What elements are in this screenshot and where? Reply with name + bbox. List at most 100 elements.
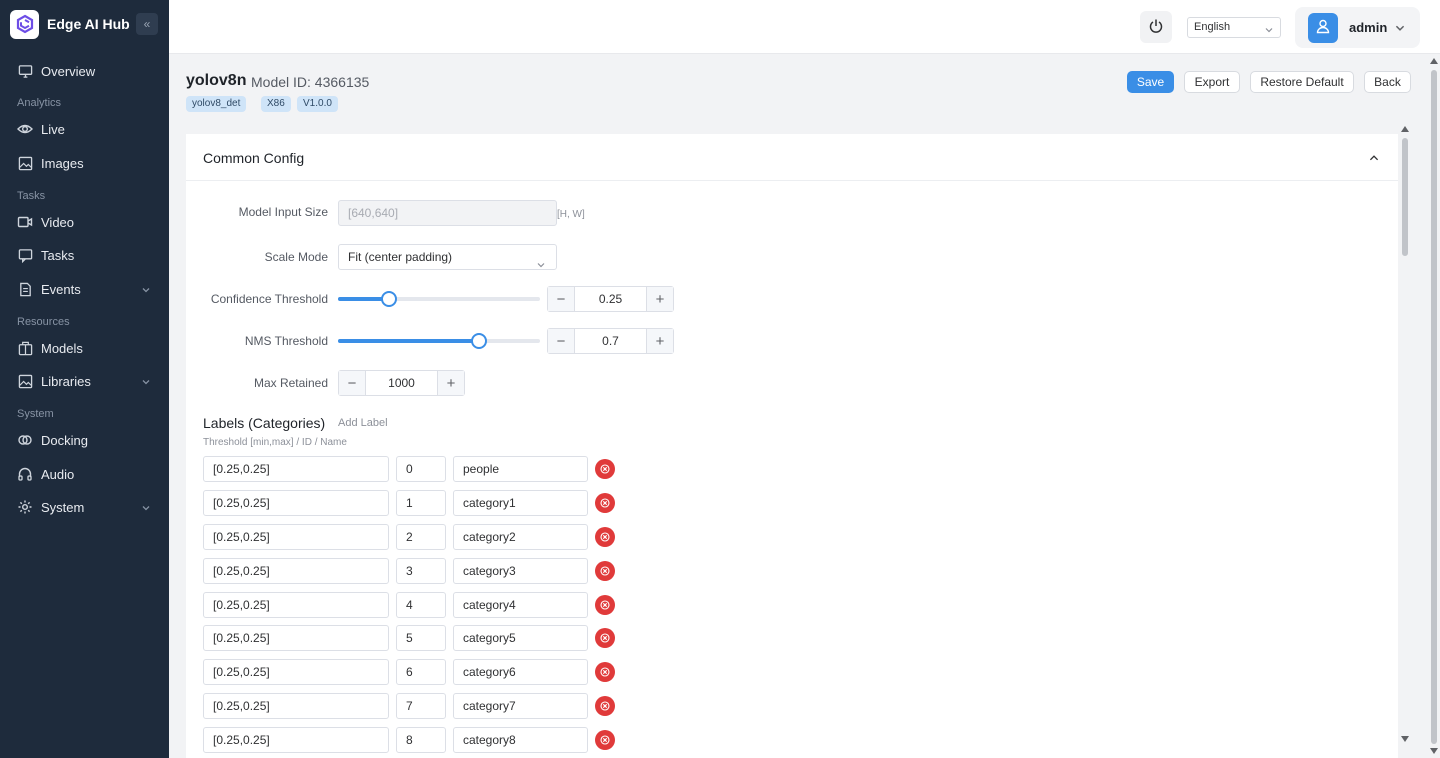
- id-input[interactable]: 6: [396, 659, 446, 685]
- max-retained-stepper[interactable]: − 1000 +: [338, 370, 465, 396]
- decrement-button[interactable]: −: [548, 287, 575, 311]
- decrement-button[interactable]: −: [339, 371, 366, 395]
- id-input[interactable]: 2: [396, 524, 446, 550]
- restore-default-button[interactable]: Restore Default: [1250, 71, 1354, 93]
- scale-mode-select[interactable]: Fit (center padding): [338, 244, 557, 270]
- sidebar-item-system[interactable]: System: [0, 492, 169, 522]
- confidence-stepper[interactable]: − 0.25 +: [547, 286, 674, 312]
- threshold-input[interactable]: [0.25,0.25]: [203, 558, 389, 584]
- remove-circle-icon[interactable]: [595, 696, 615, 716]
- sidebar-item-images[interactable]: Images: [0, 148, 169, 178]
- sidebar-item-label: Images: [41, 155, 84, 171]
- sidebar-item-label: Models: [41, 340, 83, 356]
- input-size-label: Model Input Size: [238, 205, 328, 219]
- collapse-sidebar-button[interactable]: «: [136, 13, 158, 35]
- name-input[interactable]: category7: [453, 693, 588, 719]
- name-input[interactable]: category8: [453, 727, 588, 753]
- sidebar-item-libraries[interactable]: Libraries: [0, 366, 169, 396]
- labels-title: Labels (Categories): [203, 415, 326, 431]
- eye-icon: [17, 121, 33, 137]
- threshold-input[interactable]: [0.25,0.25]: [203, 693, 389, 719]
- id-input[interactable]: 7: [396, 693, 446, 719]
- remove-circle-icon[interactable]: [595, 595, 615, 615]
- sidebar-item-overview[interactable]: Overview: [0, 56, 169, 86]
- name-input[interactable]: category3: [453, 558, 588, 584]
- export-button[interactable]: Export: [1184, 71, 1240, 93]
- save-button[interactable]: Save: [1127, 71, 1174, 93]
- increment-button[interactable]: +: [646, 329, 673, 353]
- threshold-input[interactable]: [0.25,0.25]: [203, 456, 389, 482]
- sidebar-item-video[interactable]: Video: [0, 207, 169, 237]
- name-input[interactable]: category2: [453, 524, 588, 550]
- sidebar-item-audio[interactable]: Audio: [0, 459, 169, 489]
- user-menu[interactable]: admin: [1295, 7, 1420, 48]
- name-input[interactable]: category6: [453, 659, 588, 685]
- scrollbar-thumb[interactable]: [1402, 138, 1408, 256]
- id-input[interactable]: 0: [396, 456, 446, 482]
- max-retained-value[interactable]: 1000: [366, 371, 437, 395]
- sidebar-item-label: Audio: [41, 466, 75, 482]
- remove-circle-icon[interactable]: [595, 662, 615, 682]
- nms-slider[interactable]: [338, 333, 540, 349]
- id-input[interactable]: 1: [396, 490, 446, 516]
- threshold-input[interactable]: [0.25,0.25]: [203, 659, 389, 685]
- id-input[interactable]: 3: [396, 558, 446, 584]
- label-row: [0.25,0.25] 0 people: [203, 456, 623, 482]
- power-button[interactable]: [1140, 11, 1172, 43]
- sidebar-item-events[interactable]: Events: [0, 274, 169, 304]
- confidence-slider[interactable]: [338, 291, 540, 307]
- name-input[interactable]: category5: [453, 625, 588, 651]
- scroll-up-arrow-icon[interactable]: [1430, 58, 1438, 64]
- page-scrollbar[interactable]: [1428, 56, 1440, 758]
- increment-button[interactable]: +: [437, 371, 464, 395]
- remove-circle-icon[interactable]: [595, 527, 615, 547]
- scroll-down-arrow-icon[interactable]: [1430, 748, 1438, 754]
- panel-title: Common Config: [203, 150, 305, 166]
- threshold-input[interactable]: [0.25,0.25]: [203, 592, 389, 618]
- sidebar-item-models[interactable]: Models: [0, 333, 169, 363]
- id-input[interactable]: 8: [396, 727, 446, 753]
- chevron-up-icon[interactable]: [1368, 152, 1380, 167]
- top-bar: English admin: [169, 0, 1440, 54]
- back-button[interactable]: Back: [1364, 71, 1411, 93]
- label-row: [0.25,0.25] 6 category6: [203, 659, 623, 685]
- name-input[interactable]: people: [453, 456, 588, 482]
- scroll-down-arrow-icon[interactable]: [1401, 736, 1409, 742]
- remove-circle-icon[interactable]: [595, 730, 615, 750]
- threshold-input[interactable]: [0.25,0.25]: [203, 625, 389, 651]
- nms-value[interactable]: 0.7: [575, 329, 646, 353]
- scroll-up-arrow-icon[interactable]: [1401, 126, 1409, 132]
- nms-stepper[interactable]: − 0.7 +: [547, 328, 674, 354]
- threshold-input[interactable]: [0.25,0.25]: [203, 727, 389, 753]
- sidebar-item-tasks[interactable]: Tasks: [0, 240, 169, 270]
- remove-circle-icon[interactable]: [595, 493, 615, 513]
- name-input[interactable]: category4: [453, 592, 588, 618]
- language-select[interactable]: English: [1187, 17, 1281, 38]
- remove-circle-icon[interactable]: [595, 561, 615, 581]
- increment-button[interactable]: +: [646, 287, 673, 311]
- threshold-input[interactable]: [0.25,0.25]: [203, 490, 389, 516]
- nms-slider-handle[interactable]: [471, 333, 488, 349]
- scale-mode-value: Fit (center padding): [348, 250, 453, 264]
- tag-model-type: yolov8_det: [186, 96, 247, 112]
- confidence-label: Confidence Threshold: [210, 292, 328, 306]
- remove-circle-icon[interactable]: [595, 628, 615, 648]
- sidebar-item-docking[interactable]: Docking: [0, 425, 169, 455]
- id-input[interactable]: 4: [396, 592, 446, 618]
- confidence-slider-handle[interactable]: [380, 291, 397, 307]
- id-input[interactable]: 5: [396, 625, 446, 651]
- panel-header[interactable]: Common Config: [186, 134, 1398, 181]
- label-row: [0.25,0.25] 5 category5: [203, 625, 623, 651]
- remove-circle-icon[interactable]: [595, 459, 615, 479]
- sidebar-item-label: Live: [41, 121, 65, 137]
- scrollbar-thumb[interactable]: [1431, 70, 1437, 744]
- sidebar-item-label: Overview: [41, 63, 96, 79]
- gear-icon: [17, 499, 33, 515]
- decrement-button[interactable]: −: [548, 329, 575, 353]
- threshold-input[interactable]: [0.25,0.25]: [203, 524, 389, 550]
- panel-scrollbar[interactable]: [1399, 124, 1411, 746]
- add-label-button[interactable]: Add Label: [338, 417, 388, 429]
- sidebar-item-live[interactable]: Live: [0, 114, 169, 144]
- name-input[interactable]: category1: [453, 490, 588, 516]
- confidence-value[interactable]: 0.25: [575, 287, 646, 311]
